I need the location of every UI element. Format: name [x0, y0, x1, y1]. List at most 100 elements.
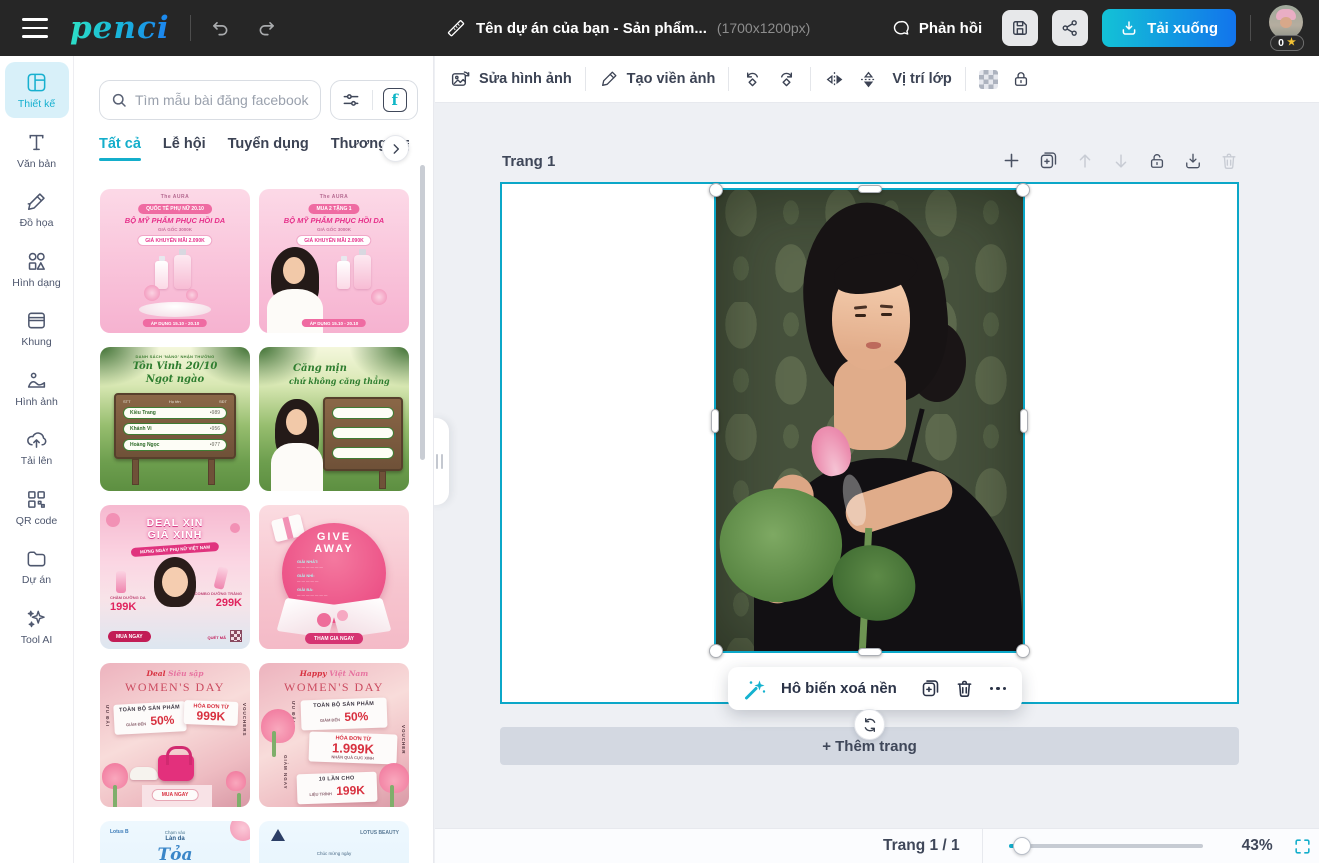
board-leg	[208, 459, 215, 485]
undo-icon	[210, 18, 231, 39]
template-thumbnail[interactable]: Deal Siêu sập WOMEN'S DAY ƯU ĐÃI VOUCHER…	[100, 663, 250, 807]
template-thumbnail[interactable]: GIVE AWAY GIẢI NHẤT: — — — — — — GIẢI NH…	[259, 505, 409, 649]
sidebar-item-qr-code[interactable]: QR code	[5, 479, 69, 535]
template-text: Chúc mừng ngày	[259, 851, 409, 856]
fullscreen-icon	[1293, 837, 1312, 856]
zoom-slider-track[interactable]	[1009, 844, 1203, 848]
transparency-button[interactable]	[979, 70, 998, 89]
side-label: GIẢM NGAY	[283, 755, 288, 790]
sidebar-item-khung[interactable]: Khung	[5, 300, 69, 356]
template-thumbnail[interactable]: DANH SÁCH 'NÀNG' NHẬN THƯỞNG Tôn Vinh 20…	[100, 347, 250, 491]
template-thumbnail[interactable]: DEAL XỊN GIÁ XINH MỪNG NGÀY PHỤ NỮ VIỆT …	[100, 505, 250, 649]
template-brand: The AURA	[259, 194, 409, 200]
search-input[interactable]	[135, 92, 310, 108]
resize-handle-bottom[interactable]	[858, 648, 882, 656]
feedback-button[interactable]: Phản hồi	[891, 18, 982, 38]
text-icon	[25, 131, 48, 154]
sidebar-item-thiet-ke[interactable]: Thiết kế	[5, 62, 69, 118]
download-button[interactable]: Tải xuống	[1102, 9, 1236, 47]
flower	[144, 285, 160, 301]
sidebar-item-hinh-dang[interactable]: Hình dạng	[5, 241, 69, 297]
tab-le-hoi[interactable]: Lễ hội	[163, 136, 206, 161]
resize-handle-top-right[interactable]	[1016, 183, 1030, 197]
remove-background-button[interactable]: Hô biến xoá nền	[781, 680, 897, 697]
template-thumbnail[interactable]: Happy Việt Nam WOMEN'S DAY ƯU ĐÃI VOUCHE…	[259, 663, 409, 807]
template-ribbon: MỪNG NGÀY PHỤ NỮ VIỆT NAM	[131, 542, 220, 557]
delete-page-button[interactable]	[1219, 151, 1239, 171]
template-old-price: GIÁ GỐC 3000K	[259, 227, 409, 232]
template-header: DANH SÁCH 'NÀNG' NHẬN THƯỞNG	[100, 354, 250, 359]
template-thumbnail[interactable]: The AURA QUỐC TẾ PHỤ NỮ 20.10 BỘ MỸ PHẨM…	[100, 189, 250, 333]
download-page-button[interactable]	[1183, 151, 1203, 171]
more-options-button[interactable]	[988, 683, 1009, 695]
resize-handle-right[interactable]	[1020, 409, 1028, 433]
zoom-slider[interactable]	[1009, 837, 1203, 855]
project-title-group[interactable]: Tên dự án của bạn - Sản phẩm... (1700x12…	[446, 0, 810, 56]
duplicate-layer-button[interactable]	[920, 678, 941, 699]
zoom-slider-knob[interactable]	[1013, 837, 1031, 855]
lock-button[interactable]	[1011, 69, 1031, 89]
left-sidebar: Thiết kế Văn bản Đồ họa Hình dạng Khung …	[0, 56, 74, 863]
facebook-button[interactable]: f	[383, 88, 407, 112]
prize-label: GIẢI BA:	[297, 587, 313, 592]
edit-image-label: Sửa hình ảnh	[479, 71, 572, 87]
prize-label: GIẢI NHẤT:	[297, 559, 318, 564]
resize-handle-bottom-left[interactable]	[709, 644, 723, 658]
flip-horizontal-button[interactable]	[824, 69, 845, 90]
delete-layer-button[interactable]	[954, 678, 975, 699]
templates-panel: f Tất cả Lễ hội Tuyển dụng Thương mại đ …	[74, 56, 434, 863]
redo-button[interactable]	[251, 12, 283, 44]
menu-icon[interactable]	[22, 18, 48, 38]
add-page-button[interactable]	[1001, 150, 1022, 171]
model-outfit	[271, 443, 323, 491]
selected-image[interactable]	[716, 190, 1023, 651]
rotate-right-button[interactable]	[776, 69, 797, 90]
flip-vertical-button[interactable]	[858, 69, 879, 90]
sidebar-item-hinh-anh[interactable]: Hình ảnh	[5, 360, 69, 416]
sidebar-item-do-hoa[interactable]: Đồ họa	[5, 181, 69, 237]
panel-scrollbar[interactable]	[420, 165, 425, 460]
fullscreen-button[interactable]	[1293, 837, 1312, 856]
edit-image-button[interactable]: Sửa hình ảnh	[450, 69, 572, 90]
template-thumbnail[interactable]: LOTUS BEAUTY Chúc mừng ngày	[259, 821, 409, 863]
template-thumbnail[interactable]: Căng mịn chứ không căng thẳng	[259, 347, 409, 491]
sidebar-item-label: Hình ảnh	[15, 397, 58, 408]
resize-handle-left[interactable]	[711, 409, 719, 433]
sidebar-item-tool-ai[interactable]: Tool AI	[5, 598, 69, 654]
resize-handle-top-left[interactable]	[709, 183, 723, 197]
save-button[interactable]	[1002, 10, 1038, 46]
template-title: Tôn Vinh 20/10	[100, 361, 250, 372]
app-logo[interactable]: penci	[70, 10, 170, 46]
layer-position-button[interactable]: Vị trí lớp	[892, 71, 951, 87]
portrait-photo[interactable]	[716, 190, 1023, 651]
swap-page-button[interactable]	[854, 709, 885, 740]
tab-tuyen-dung[interactable]: Tuyển dụng	[228, 136, 309, 161]
sidebar-item-du-an[interactable]: Dự án	[5, 538, 69, 594]
wooden-board: STTHọ tênSĐT Kiều Trang•989 Khánh Vi•956…	[114, 393, 236, 459]
move-page-down-button[interactable]	[1111, 151, 1131, 171]
search-box[interactable]	[99, 80, 321, 120]
tabs-scroll-button[interactable]	[382, 135, 409, 162]
filter-button[interactable]	[341, 90, 361, 110]
move-page-up-button[interactable]	[1075, 151, 1095, 171]
rotate-left-button[interactable]	[742, 69, 763, 90]
page-title[interactable]: Trang 1	[502, 153, 555, 170]
template-thumbnail[interactable]: Lotus B Chạm vào Làn da Tỏa	[100, 821, 250, 863]
share-button[interactable]	[1052, 10, 1088, 46]
undo-button[interactable]	[205, 12, 237, 44]
sidebar-item-van-ban[interactable]: Văn bản	[5, 122, 69, 178]
sidebar-item-tai-len[interactable]: Tải lên	[5, 419, 69, 475]
lock-page-button[interactable]	[1147, 151, 1167, 171]
project-title[interactable]: Tên dự án của bạn - Sản phẩm...	[476, 20, 707, 37]
arrow-down-icon	[1111, 151, 1131, 171]
template-thumbnail[interactable]: The AURA MUA 2 TẶNG 1 BỘ MỸ PHẨM PHỤC HỒ…	[259, 189, 409, 333]
template-title: Tỏa	[100, 845, 250, 863]
resize-handle-bottom-right[interactable]	[1016, 644, 1030, 658]
tab-tat-ca[interactable]: Tất cả	[99, 136, 141, 161]
create-border-button[interactable]: Tạo viền ảnh	[599, 69, 716, 89]
duplicate-page-button[interactable]	[1038, 150, 1059, 171]
canvas-page[interactable]	[500, 182, 1239, 704]
user-avatar[interactable]: 0★	[1269, 5, 1305, 51]
flip-horizontal-icon	[824, 69, 845, 90]
resize-handle-top[interactable]	[858, 185, 882, 193]
